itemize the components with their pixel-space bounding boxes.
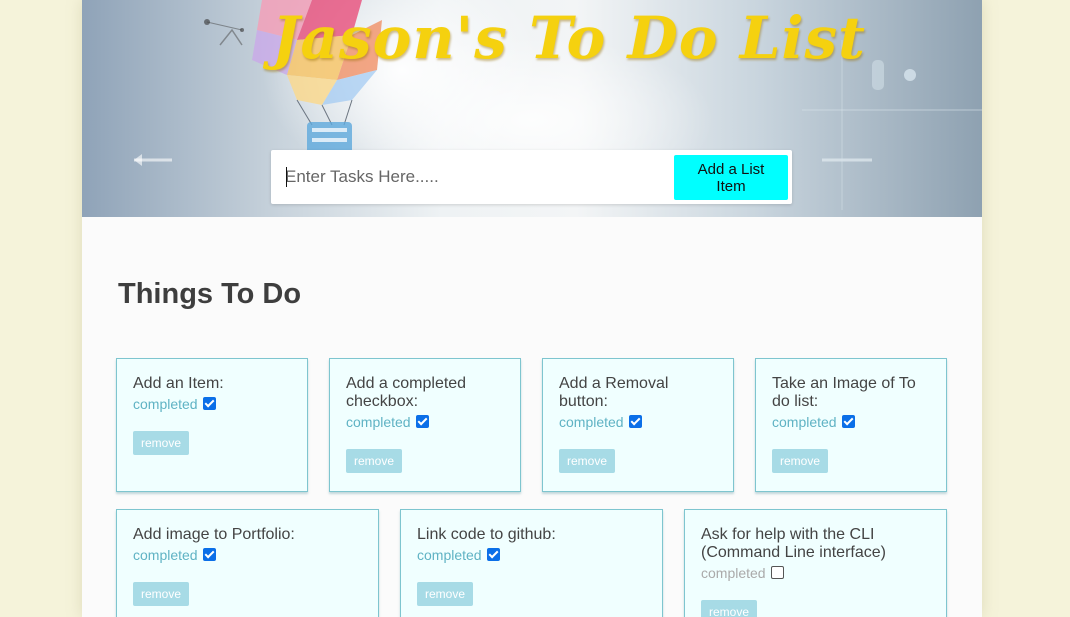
remove-button[interactable]: remove [346, 449, 403, 473]
app-title: Jason's To Do List [272, 4, 866, 72]
task-card: Add a Removal button: completed remove [542, 358, 734, 492]
remove-button[interactable]: remove [772, 449, 829, 473]
completed-row: completed [346, 413, 504, 431]
task-title: Ask for help with the CLI (Command Line … [701, 526, 886, 561]
remove-button[interactable]: remove [559, 449, 616, 473]
remove-button[interactable]: remove [133, 582, 190, 606]
completed-label: completed [701, 565, 766, 581]
task-title: Add image to Portfolio: [133, 526, 295, 543]
task-card: Add a completed checkbox: completed remo… [329, 358, 521, 492]
task-card: Link code to github: completed remove [400, 509, 663, 617]
completed-checkbox[interactable] [628, 414, 642, 428]
completed-checkbox[interactable] [202, 547, 216, 561]
completed-row: completed [133, 546, 362, 564]
completed-checkbox[interactable] [486, 547, 500, 561]
task-card: Take an Image of To do list: completed r… [755, 358, 947, 492]
completed-label: completed [346, 414, 411, 430]
completed-label: completed [417, 547, 482, 563]
section-title: Things To Do [118, 278, 302, 310]
remove-button[interactable]: remove [417, 582, 474, 606]
add-task-form: Add a List Item [271, 150, 792, 204]
task-card: Ask for help with the CLI (Command Line … [684, 509, 947, 617]
completed-checkbox[interactable] [415, 414, 429, 428]
completed-label: completed [133, 547, 198, 563]
completed-checkbox[interactable] [770, 565, 784, 579]
completed-label: completed [559, 414, 624, 430]
completed-label: completed [772, 414, 837, 430]
remove-button[interactable]: remove [701, 600, 758, 617]
text-cursor [286, 167, 287, 187]
completed-row: completed [701, 564, 930, 582]
task-title: Link code to github: [417, 526, 556, 543]
completed-row: completed [133, 395, 291, 413]
task-card: Add image to Portfolio: completed remove [116, 509, 379, 617]
task-title: Add an Item: [133, 375, 224, 392]
completed-checkbox[interactable] [202, 396, 216, 410]
task-title: Add a completed checkbox: [346, 375, 467, 410]
add-list-item-button[interactable]: Add a List Item [674, 155, 788, 200]
completed-checkbox[interactable] [841, 414, 855, 428]
page-container: Jason's To Do List Add a List Item Thing… [82, 0, 982, 617]
task-title: Add a Removal button: [559, 375, 669, 410]
header-banner: Jason's To Do List Add a List Item [82, 0, 982, 217]
completed-row: completed [417, 546, 646, 564]
completed-row: completed [772, 413, 930, 431]
completed-row: completed [559, 413, 717, 431]
task-card: Add an Item: completed remove [116, 358, 308, 492]
completed-label: completed [133, 396, 198, 412]
task-title: Take an Image of To do list: [772, 375, 916, 410]
task-input[interactable] [285, 160, 655, 194]
remove-button[interactable]: remove [133, 431, 190, 455]
